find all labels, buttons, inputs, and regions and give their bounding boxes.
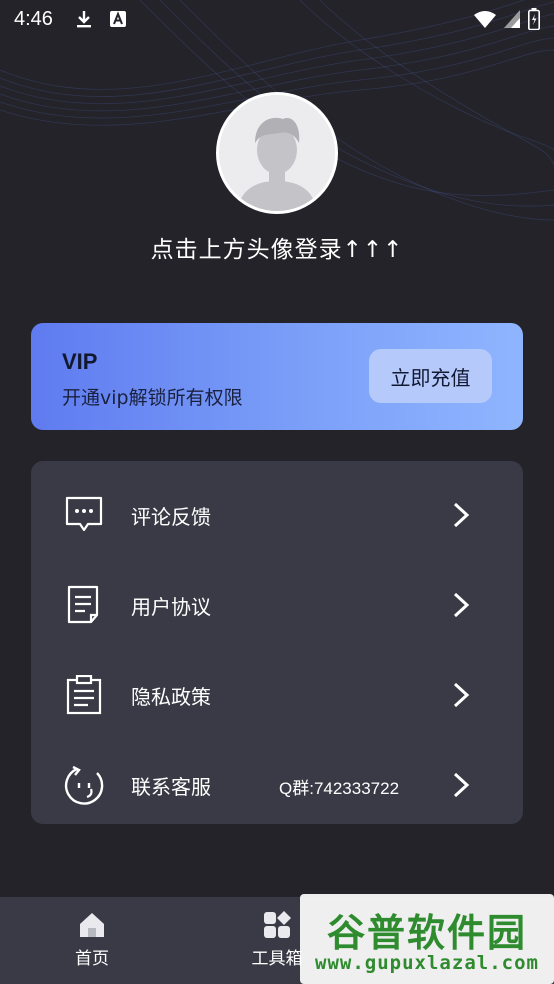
login-prompt[interactable]: 点击上方头像登录↑↑↑ (0, 230, 554, 264)
menu-item-label: 评论反馈 (131, 505, 211, 529)
menu-item-user-agreement[interactable]: 用户协议 (31, 559, 523, 649)
vip-title: VIP (62, 349, 98, 374)
nav-item-home[interactable]: 首页 (47, 911, 137, 971)
chevron-right-icon (453, 502, 470, 528)
recharge-button[interactable]: 立即充值 (369, 349, 492, 403)
avatar[interactable] (216, 92, 338, 214)
default-avatar-icon (219, 95, 335, 211)
document-icon (67, 585, 99, 624)
chevron-right-icon (453, 682, 470, 708)
menu-item-label: 隐私政策 (131, 685, 211, 709)
signal-icon (504, 10, 520, 28)
menu-item-label: 联系客服 (131, 775, 211, 799)
vip-card[interactable]: VIP 开通vip解锁所有权限 立即充值 (31, 323, 523, 430)
status-time: 4:46 (14, 7, 53, 30)
watermark-title: 谷普软件园 (326, 911, 527, 955)
status-bar: 4:46 (0, 0, 554, 38)
feedback-icon (65, 496, 103, 532)
download-icon (75, 9, 93, 29)
menu-item-privacy-policy[interactable]: 隐私政策 (31, 649, 523, 739)
chevron-right-icon (453, 592, 470, 618)
service-icon (64, 765, 104, 805)
clipboard-icon (66, 675, 102, 715)
menu-item-feedback[interactable]: 评论反馈 (31, 469, 523, 559)
settings-menu: 评论反馈 用户协议 隐私政策 联系客服 Q群:742333722 (31, 461, 523, 824)
home-icon (80, 913, 104, 937)
toolbox-icon (264, 911, 291, 938)
menu-item-label: 用户协议 (131, 595, 211, 619)
nav-label: 首页 (75, 949, 109, 969)
battery-icon (528, 8, 540, 30)
menu-item-customer-service[interactable]: 联系客服 Q群:742333722 (31, 739, 523, 829)
qq-group-number: Q群:742333722 (279, 779, 400, 798)
wifi-icon (474, 10, 496, 28)
watermark: 谷普软件园 www.gupuxlazal.com (300, 894, 554, 984)
chevron-right-icon (453, 772, 470, 798)
vip-subtitle: 开通vip解锁所有权限 (62, 387, 243, 409)
a-badge-icon (109, 10, 127, 28)
watermark-url: www.gupuxlazal.com (315, 952, 539, 974)
